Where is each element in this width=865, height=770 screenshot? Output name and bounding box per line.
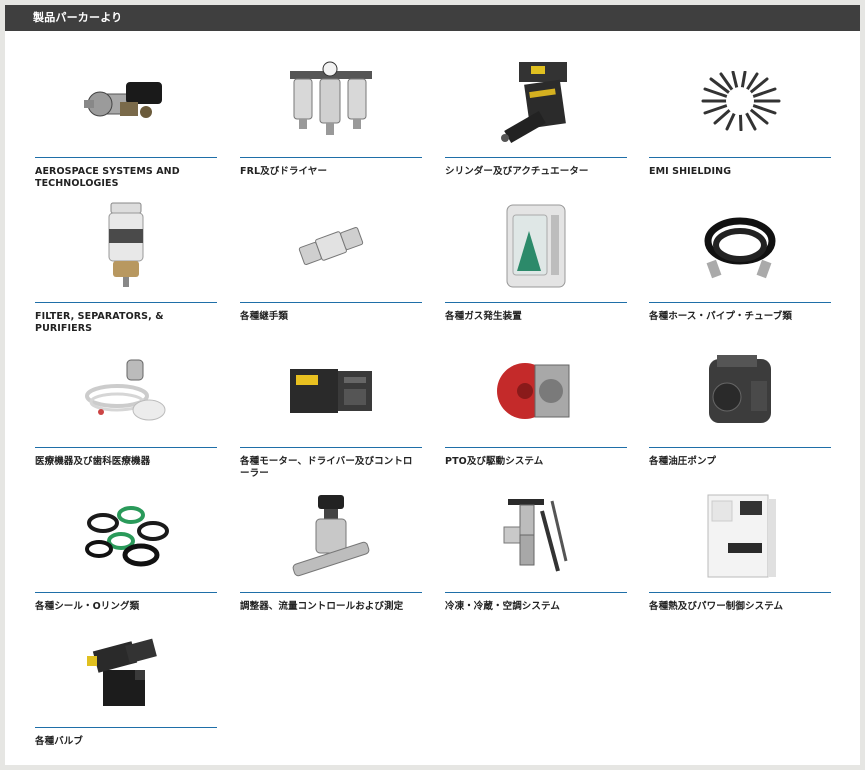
product-label[interactable]: 各種ホース・パイプ・チューブ類: [649, 311, 831, 323]
product-label[interactable]: AEROSPACE SYSTEMS AND TECHNOLOGIES: [35, 166, 217, 190]
product-label[interactable]: シリンダー及びアクチュエーター: [445, 166, 627, 178]
divider: [35, 157, 217, 158]
divider: [649, 447, 831, 448]
aerospace-valve-icon: [35, 47, 217, 155]
product-label[interactable]: PTO及び駆動システム: [445, 456, 627, 468]
actuator-icon: [445, 47, 627, 155]
pto-drive-icon: [445, 337, 627, 445]
divider: [649, 592, 831, 593]
medical-device-icon: [35, 337, 217, 445]
product-label[interactable]: 各種継手類: [240, 311, 422, 323]
divider: [35, 592, 217, 593]
hydraulic-pump-icon: [649, 337, 831, 445]
product-label[interactable]: 各種シール・Oリング類: [35, 601, 217, 613]
product-label[interactable]: 各種モーター、ドライバー及びコントローラー: [240, 456, 422, 480]
divider: [240, 592, 422, 593]
divider: [649, 157, 831, 158]
product-label[interactable]: FILTER, SEPARATORS, & PURIFIERS: [35, 311, 217, 335]
divider: [35, 302, 217, 303]
divider: [649, 302, 831, 303]
divider: [35, 447, 217, 448]
divider: [240, 447, 422, 448]
regulator-icon: [240, 482, 422, 590]
divider: [240, 157, 422, 158]
product-label[interactable]: 各種バルブ: [35, 736, 217, 748]
product-label[interactable]: FRL及びドライヤー: [240, 166, 422, 178]
emi-shielding-icon: [649, 47, 831, 155]
hose-icon: [649, 192, 831, 300]
fitting-icon: [240, 192, 422, 300]
content-panel: 製品パーカーより AEROSPACE SYSTEMS AND TECHNOLOG…: [5, 5, 860, 765]
product-label[interactable]: 冷凍・冷蔵・空調システム: [445, 601, 627, 613]
frl-unit-icon: [240, 47, 422, 155]
product-label[interactable]: 各種油圧ポンプ: [649, 456, 831, 468]
section-header: 製品パーカーより: [5, 5, 860, 31]
refrigeration-valve-icon: [445, 482, 627, 590]
gas-generator-icon: [445, 192, 627, 300]
divider: [445, 157, 627, 158]
product-label[interactable]: 各種ガス発生装置: [445, 311, 627, 323]
divider: [35, 727, 217, 728]
motor-driver-icon: [240, 337, 422, 445]
filter-separator-icon: [35, 192, 217, 300]
divider: [445, 302, 627, 303]
product-label[interactable]: 各種熱及びパワー制御システム: [649, 601, 831, 613]
divider: [240, 302, 422, 303]
product-label[interactable]: EMI SHIELDING: [649, 166, 831, 178]
divider: [445, 592, 627, 593]
product-label[interactable]: 医療機器及び歯科医療機器: [35, 456, 217, 468]
chiller-icon: [649, 482, 831, 590]
product-label[interactable]: 調整器、流量コントロールおよび測定: [240, 601, 422, 613]
divider: [445, 447, 627, 448]
valve-icon: [35, 617, 217, 725]
o-ring-icon: [35, 482, 217, 590]
